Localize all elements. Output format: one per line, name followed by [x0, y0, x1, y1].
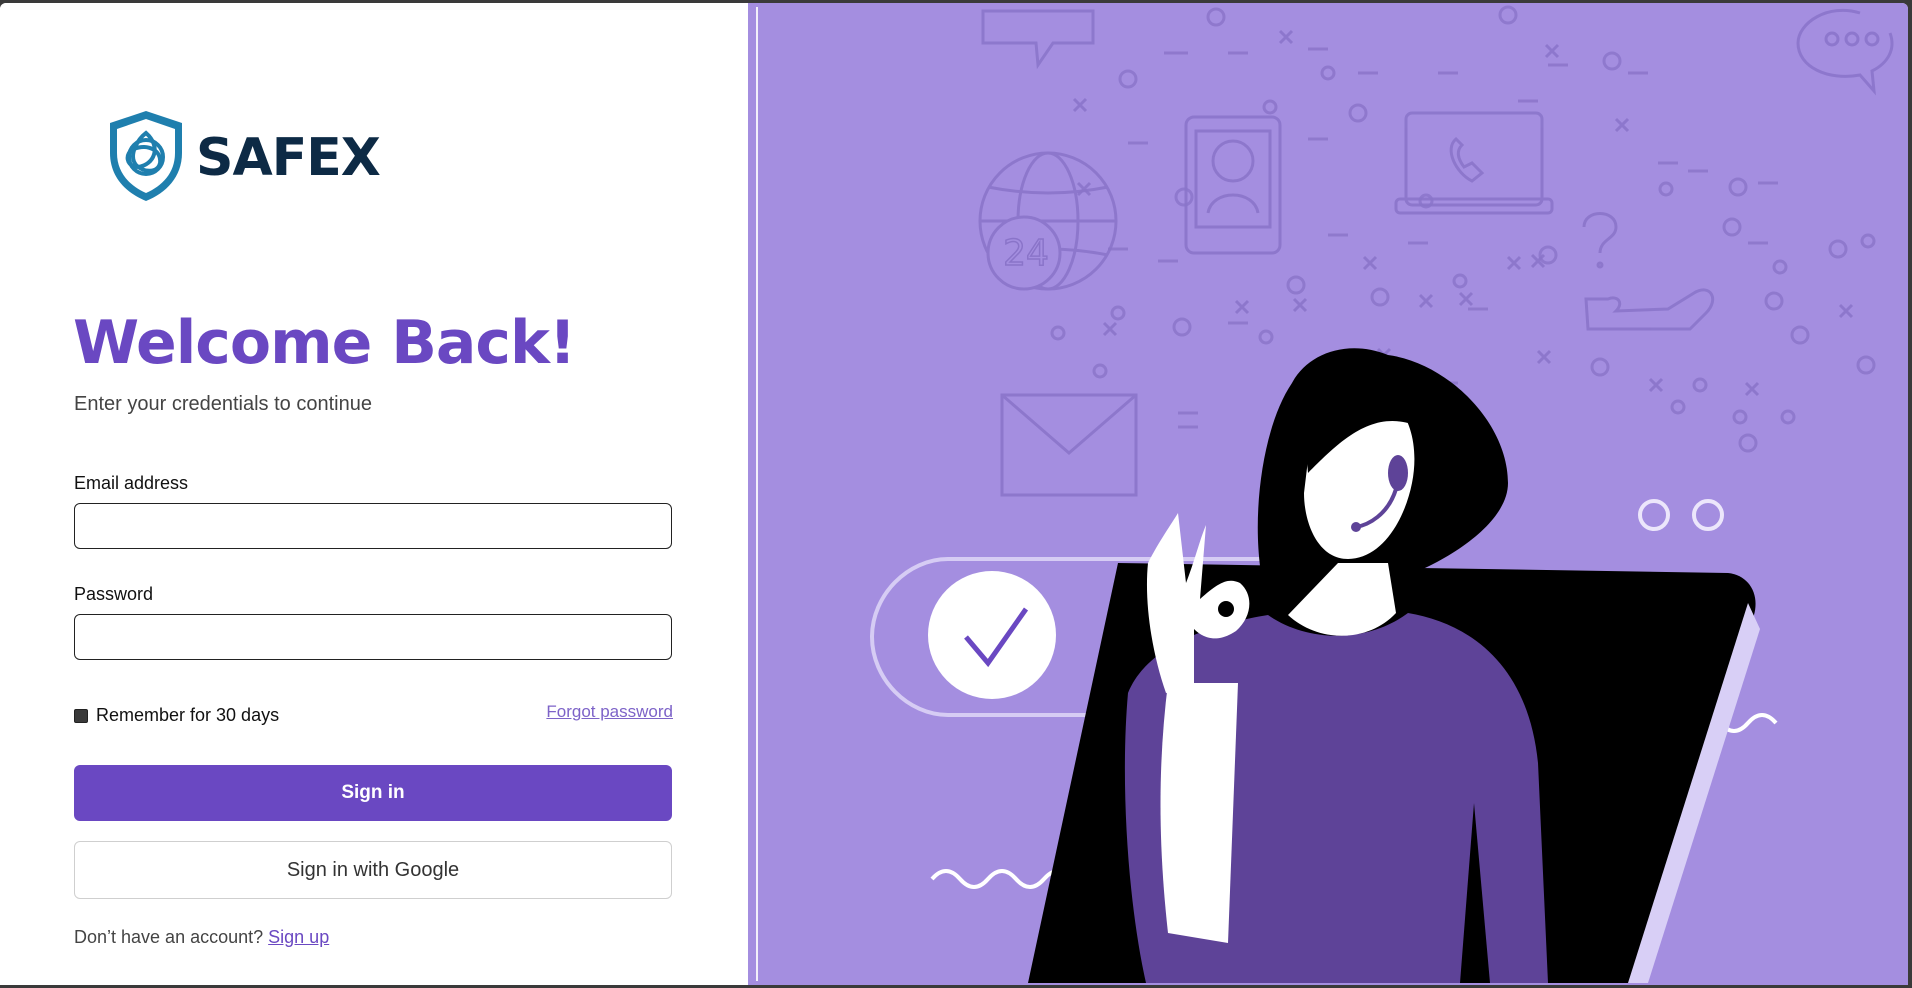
page-title: Welcome Back!	[73, 308, 576, 378]
remember-label[interactable]: Remember for 30 days	[96, 705, 279, 726]
signup-prompt: Don’t have an account? Sign up	[74, 927, 329, 948]
signup-link[interactable]: Sign up	[268, 927, 329, 947]
password-field[interactable]	[74, 614, 672, 660]
email-field[interactable]	[74, 503, 672, 549]
page-subtitle: Enter your credentials to continue	[74, 393, 372, 415]
login-panel: SAFEX Welcome Back! Enter your credentia…	[0, 3, 748, 985]
signup-prompt-text: Don’t have an account?	[74, 927, 264, 947]
remember-checkbox[interactable]	[74, 708, 88, 723]
password-label: Password	[74, 584, 154, 604]
forgot-password-link[interactable]: Forgot password	[546, 702, 673, 722]
brand-name: SAFEX	[196, 128, 381, 188]
sign-in-button[interactable]: Sign in	[74, 765, 672, 821]
shield-trinity-icon	[110, 111, 182, 201]
google-sign-in-button[interactable]: Sign in with Google	[74, 841, 672, 899]
illustration-panel: 24 ?	[748, 3, 1908, 985]
support-agent-illustration: 24 ?	[869, 5, 1894, 983]
brand-logo: SAFEX	[104, 107, 381, 205]
remember-option: Remember for 30 days	[74, 705, 279, 726]
badge-24-text: 24	[1003, 233, 1049, 274]
email-label: Email address	[74, 473, 189, 493]
app-window: SAFEX Welcome Back! Enter your credentia…	[0, 3, 1908, 985]
